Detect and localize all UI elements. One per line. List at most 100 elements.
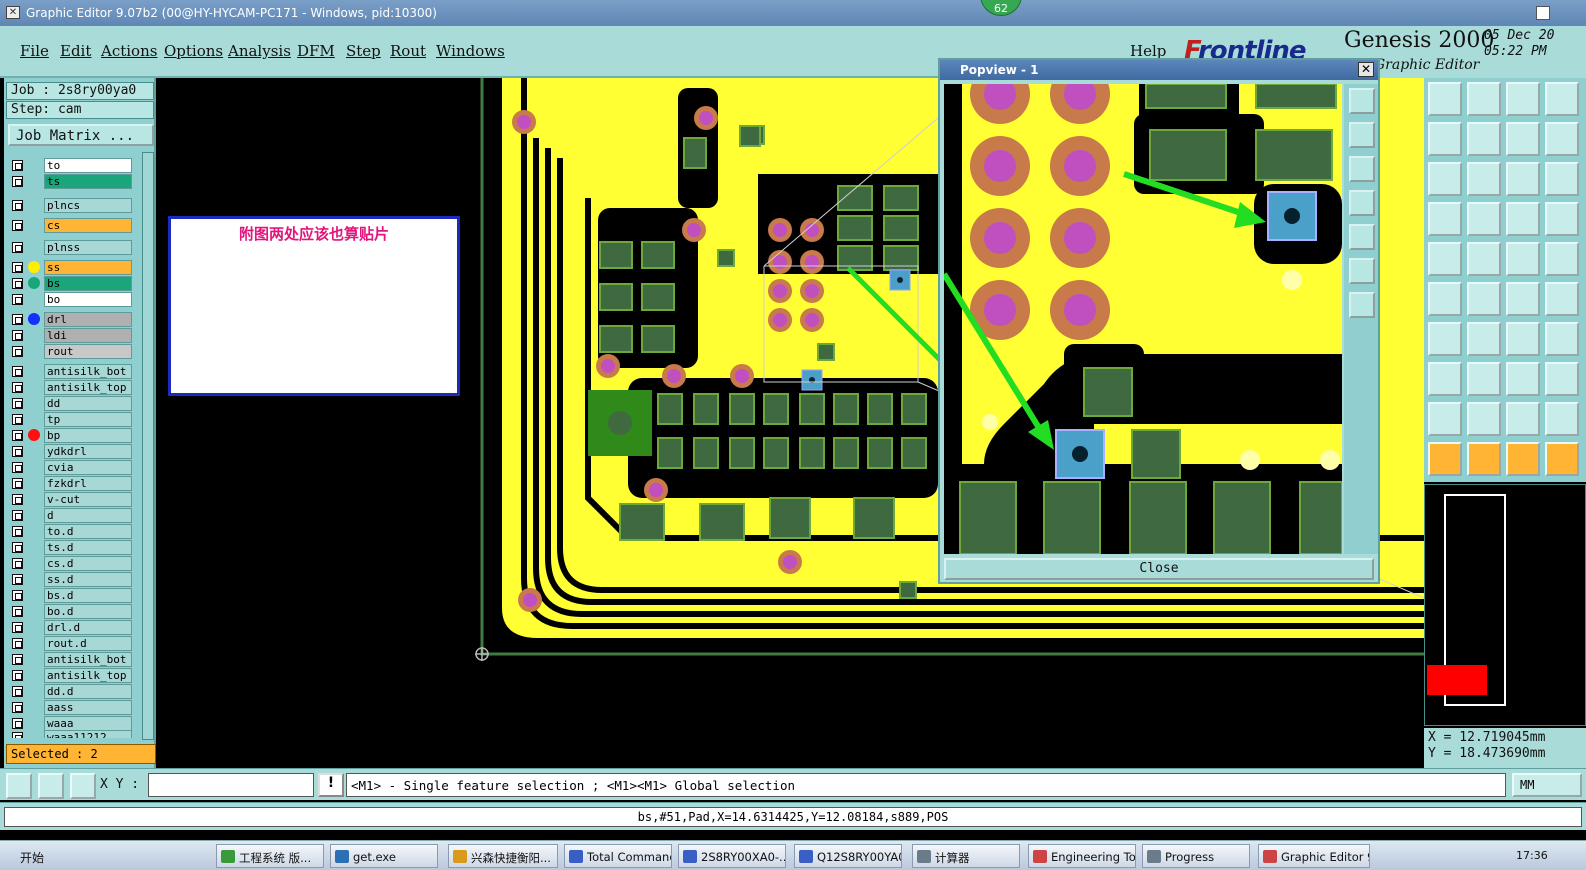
layer-row[interactable]: rout bbox=[8, 344, 132, 359]
popview-zoom-in-icon[interactable] bbox=[1349, 122, 1375, 148]
layer-row[interactable]: to.d bbox=[8, 524, 132, 539]
layer-checkbox[interactable] bbox=[12, 542, 23, 553]
snap-icon[interactable] bbox=[6, 773, 32, 799]
layer-row[interactable]: ts.d bbox=[8, 540, 132, 555]
layer-checkbox[interactable] bbox=[12, 294, 23, 305]
layer-checkbox[interactable] bbox=[12, 622, 23, 633]
layer-row[interactable]: ss.d bbox=[8, 572, 132, 587]
layer-row[interactable]: bo.d bbox=[8, 604, 132, 619]
taskbar-item[interactable]: Engineering To... bbox=[1028, 844, 1136, 868]
pointer2-icon[interactable] bbox=[1467, 442, 1501, 476]
layer-row[interactable]: fzkdrl bbox=[8, 476, 132, 491]
layer-checkbox[interactable] bbox=[12, 220, 23, 231]
layer-checkbox[interactable] bbox=[12, 414, 23, 425]
layer-row[interactable]: ts bbox=[8, 174, 132, 189]
layer-checkbox[interactable] bbox=[12, 670, 23, 681]
measure-icon[interactable] bbox=[38, 773, 64, 799]
menu-step[interactable]: Step bbox=[346, 42, 381, 60]
layer-checkbox[interactable] bbox=[12, 590, 23, 601]
execute-button[interactable]: ! bbox=[318, 773, 344, 797]
layers-icon[interactable] bbox=[1428, 202, 1462, 236]
layer-row[interactable]: dd.d bbox=[8, 684, 132, 699]
layer-checkbox[interactable] bbox=[12, 398, 23, 409]
layer-row[interactable]: bp bbox=[8, 428, 132, 443]
layer-checkbox[interactable] bbox=[12, 330, 23, 341]
delete-icon[interactable] bbox=[1467, 282, 1501, 316]
layer-row[interactable]: antisilk_top bbox=[8, 668, 132, 683]
layer-row[interactable]: ldi bbox=[8, 328, 132, 343]
pointer3-icon[interactable] bbox=[1506, 442, 1540, 476]
layer-row[interactable]: waaa bbox=[8, 716, 132, 731]
taskbar-item[interactable]: 工程系统 版... bbox=[216, 844, 324, 868]
layer-row[interactable]: d bbox=[8, 508, 132, 523]
taskbar-item[interactable]: Progress bbox=[1142, 844, 1250, 868]
arc2-icon[interactable] bbox=[1506, 402, 1540, 436]
popview-center-icon[interactable] bbox=[1349, 258, 1375, 284]
pan-left-icon[interactable] bbox=[1428, 122, 1462, 156]
popview-close-icon[interactable]: ✕ bbox=[1358, 62, 1374, 77]
layer-checkbox[interactable] bbox=[12, 510, 23, 521]
layer-checkbox[interactable] bbox=[12, 718, 23, 729]
layer-checkbox[interactable] bbox=[12, 314, 23, 325]
unit-selector[interactable]: MM bbox=[1512, 773, 1582, 797]
grid-icon[interactable] bbox=[70, 773, 96, 799]
layer-checkbox[interactable] bbox=[12, 160, 23, 171]
popview-pan-left-icon[interactable] bbox=[1349, 190, 1375, 216]
layer-row[interactable]: drl.d bbox=[8, 620, 132, 635]
layer-scrollbar[interactable] bbox=[142, 152, 154, 740]
pin-icon[interactable] bbox=[1428, 362, 1462, 396]
menu-dfm[interactable]: DFM bbox=[297, 42, 335, 60]
taskbar-item[interactable]: get.exe bbox=[330, 844, 438, 868]
layer-checkbox[interactable] bbox=[12, 382, 23, 393]
layer-row[interactable]: bo bbox=[8, 292, 132, 307]
layer-row[interactable]: ydkdrl bbox=[8, 444, 132, 459]
pointer-icon[interactable] bbox=[1428, 442, 1462, 476]
align-icon[interactable] bbox=[1545, 282, 1579, 316]
layer-checkbox[interactable] bbox=[12, 262, 23, 273]
layer-row[interactable]: waaa11212 bbox=[8, 730, 132, 738]
layer-checkbox[interactable] bbox=[12, 478, 23, 489]
layer-row[interactable]: dd bbox=[8, 396, 132, 411]
shape-icon[interactable] bbox=[1467, 242, 1501, 276]
taskbar-item[interactable]: Graphic Editor 9... bbox=[1258, 844, 1370, 868]
layer-checkbox[interactable] bbox=[12, 606, 23, 617]
node-icon[interactable] bbox=[1428, 282, 1462, 316]
xy-input[interactable] bbox=[148, 773, 314, 797]
layer-checkbox[interactable] bbox=[12, 686, 23, 697]
full-screen-icon[interactable] bbox=[1428, 162, 1462, 196]
mirror-icon[interactable] bbox=[1506, 122, 1540, 156]
cut-icon[interactable] bbox=[1545, 202, 1579, 236]
undo-icon[interactable] bbox=[1506, 322, 1540, 356]
layer-row[interactable]: rout.d bbox=[8, 636, 132, 651]
triangle-icon[interactable] bbox=[1428, 402, 1462, 436]
layer-row[interactable]: plncs bbox=[8, 198, 132, 213]
taskbar-item[interactable]: 兴森快捷衡阳... bbox=[448, 844, 558, 868]
home-icon[interactable] bbox=[1506, 82, 1540, 116]
popview-zoom-out-icon[interactable] bbox=[1349, 156, 1375, 182]
taskbar-item[interactable]: Q12S8RY00YA0... bbox=[794, 844, 902, 868]
arc-icon[interactable] bbox=[1467, 402, 1501, 436]
help-icon[interactable] bbox=[1545, 162, 1579, 196]
start-button[interactable]: 开始 bbox=[0, 844, 48, 866]
layer-row[interactable]: to bbox=[8, 158, 132, 173]
ruler-icon[interactable] bbox=[1506, 242, 1540, 276]
layer-row[interactable]: bs.d bbox=[8, 588, 132, 603]
grid-icon[interactable] bbox=[1467, 202, 1501, 236]
flag-icon[interactable] bbox=[1545, 402, 1579, 436]
menu-rout[interactable]: Rout bbox=[390, 42, 426, 60]
layer-checkbox[interactable] bbox=[12, 574, 23, 585]
layer-checkbox[interactable] bbox=[12, 732, 23, 738]
layer-checkbox[interactable] bbox=[12, 638, 23, 649]
menu-options[interactable]: Options bbox=[164, 42, 223, 60]
pad-icon[interactable] bbox=[1545, 242, 1579, 276]
layer-row[interactable]: drl bbox=[8, 312, 132, 327]
pointer4-icon[interactable] bbox=[1545, 442, 1579, 476]
layer-row[interactable]: aass bbox=[8, 700, 132, 715]
layer-row[interactable]: cvia bbox=[8, 460, 132, 475]
job-matrix-button[interactable]: Job Matrix ... bbox=[8, 124, 154, 146]
layer-checkbox[interactable] bbox=[12, 462, 23, 473]
layer-row[interactable]: plnss bbox=[8, 240, 132, 255]
move-icon[interactable] bbox=[1428, 82, 1462, 116]
maximize-button[interactable] bbox=[1536, 6, 1550, 20]
popview-zoom-fit-icon[interactable] bbox=[1349, 88, 1375, 114]
